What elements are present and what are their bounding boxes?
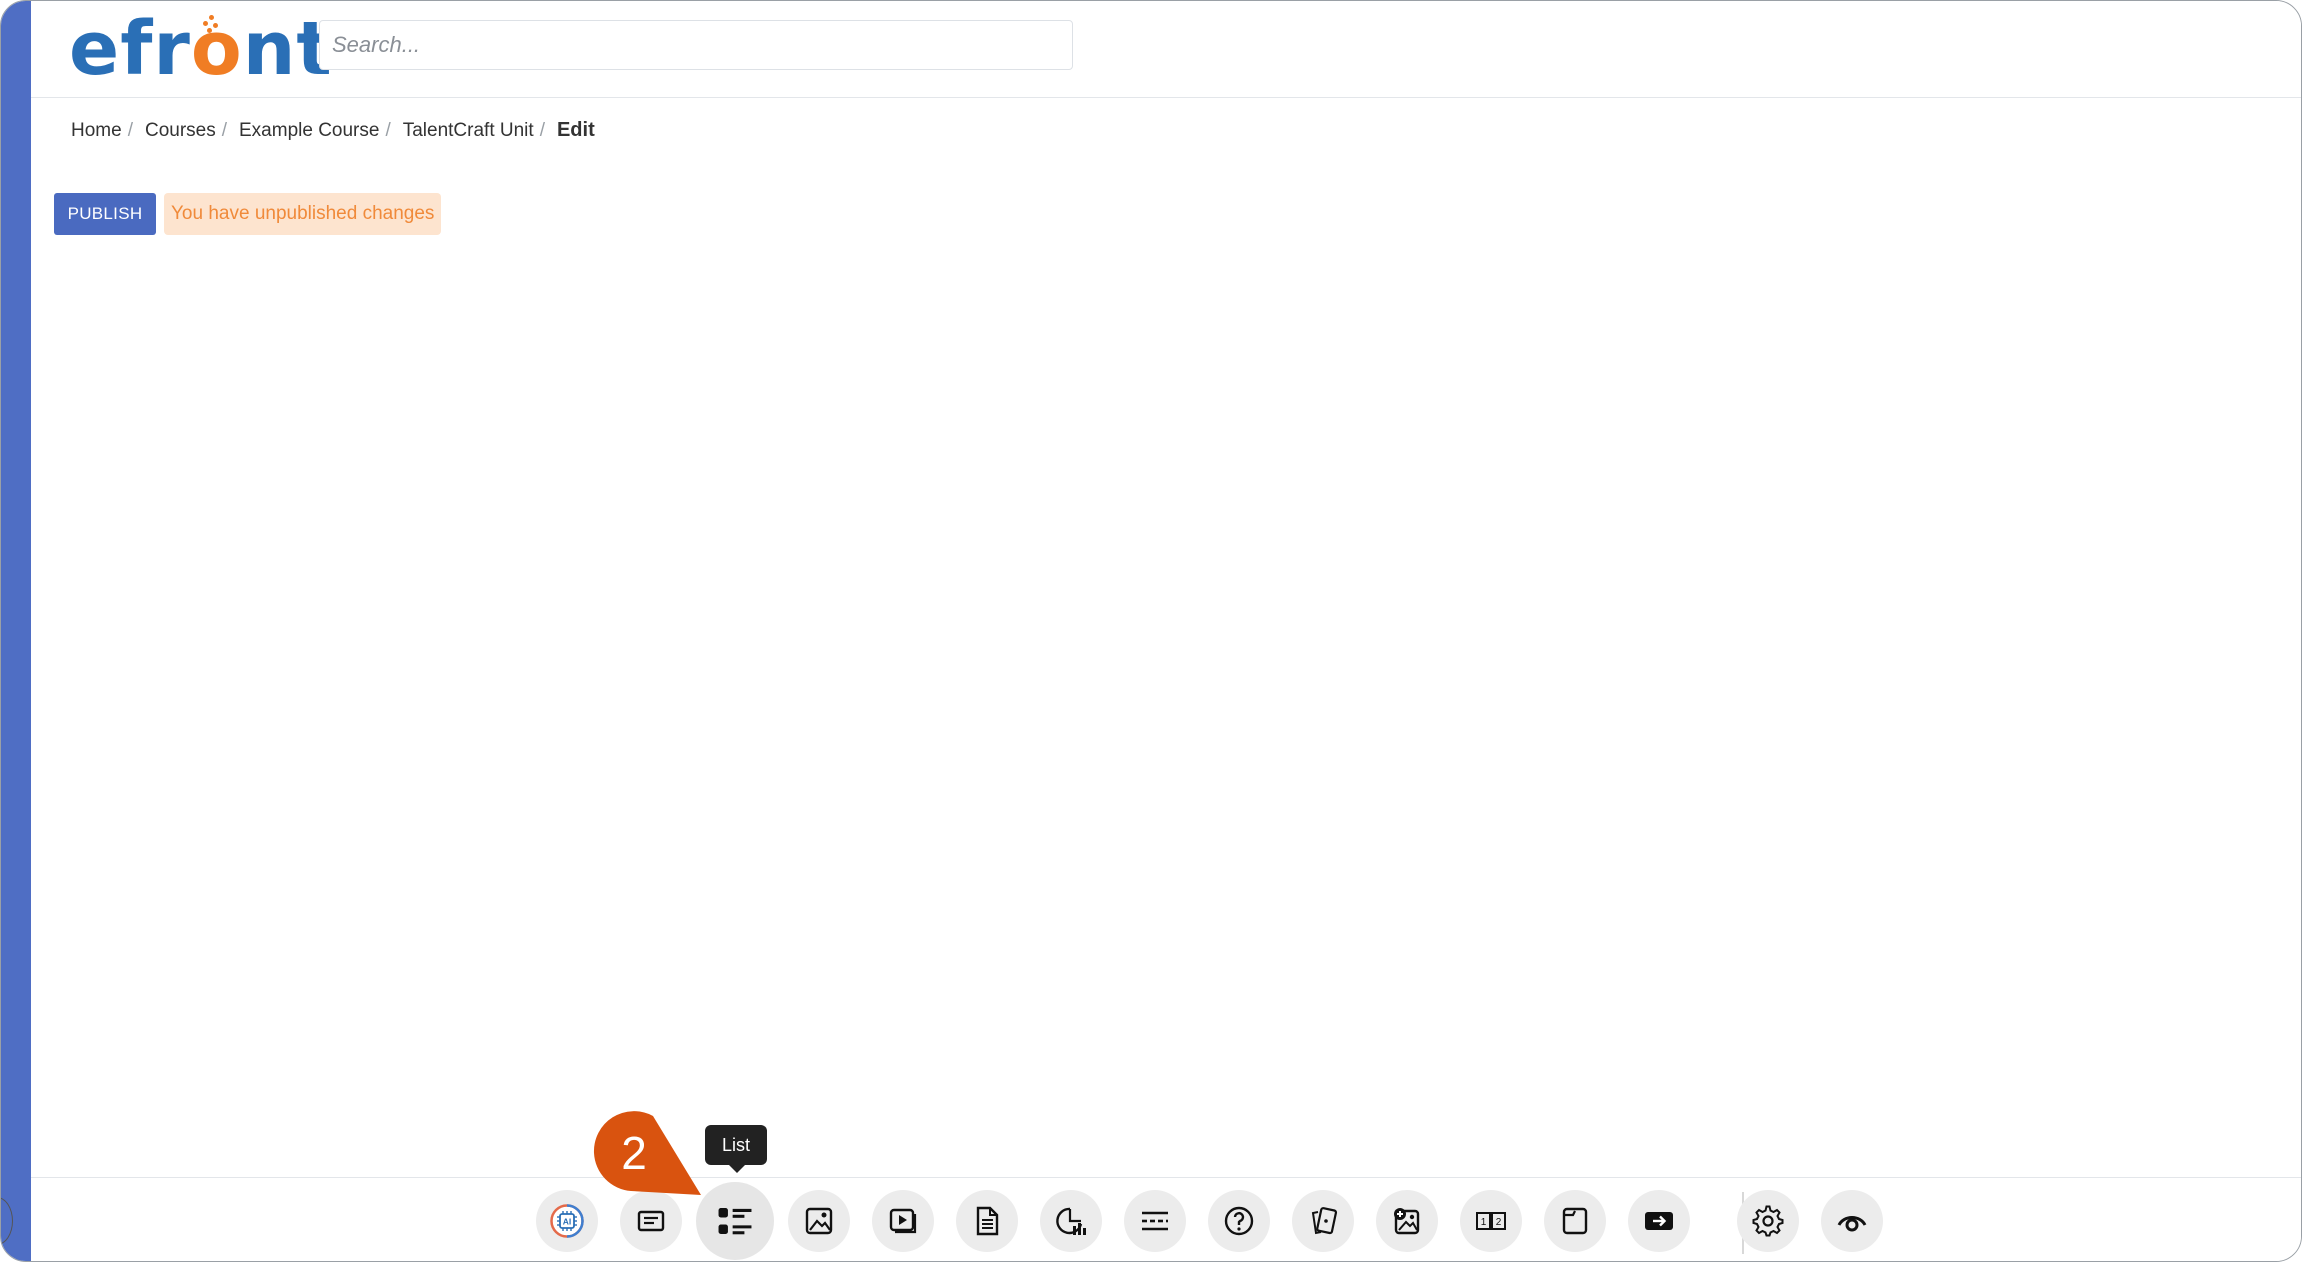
breadcrumb-courses[interactable]: Courses xyxy=(145,120,216,142)
header: efr o nt xyxy=(31,1,2301,98)
ai-button[interactable]: AI xyxy=(536,1190,598,1252)
text-icon xyxy=(637,1210,665,1232)
breadcrumb-separator: / xyxy=(127,119,133,141)
embed-icon xyxy=(1645,1212,1673,1230)
left-rail xyxy=(1,1,31,1261)
svg-text:1: 1 xyxy=(1481,1217,1487,1228)
breadcrumb-separator: / xyxy=(221,119,227,141)
video-icon xyxy=(889,1208,917,1234)
step-number: 2 xyxy=(621,1127,647,1179)
breadcrumb-current: Edit xyxy=(556,119,595,141)
gear-icon xyxy=(1752,1205,1784,1237)
steps-icon: 1 2 xyxy=(1476,1212,1506,1230)
breadcrumb-course[interactable]: Example Course xyxy=(239,120,379,142)
divider-block-button[interactable] xyxy=(1124,1190,1186,1252)
chart-block-button[interactable] xyxy=(1040,1190,1102,1252)
svg-text:2: 2 xyxy=(1496,1217,1502,1228)
breadcrumb: Home / Courses / Example Course / Talent… xyxy=(71,119,595,142)
image-icon xyxy=(805,1207,833,1235)
flashcards-icon xyxy=(1311,1207,1338,1235)
video-block-button[interactable] xyxy=(872,1190,934,1252)
image-hotspot-block-button[interactable] xyxy=(1376,1190,1438,1252)
preview-button[interactable] xyxy=(1821,1190,1883,1252)
question-block-button[interactable] xyxy=(1208,1190,1270,1252)
logo-text-start: efr xyxy=(69,6,191,92)
list-icon xyxy=(718,1208,752,1235)
divider-icon xyxy=(1142,1211,1168,1231)
steps-block-button[interactable]: 1 2 xyxy=(1460,1190,1522,1252)
efront-logo[interactable]: efr o nt xyxy=(69,6,333,92)
image-hotspot-icon xyxy=(1394,1208,1420,1235)
flashcards-block-button[interactable] xyxy=(1292,1190,1354,1252)
svg-text:AI: AI xyxy=(563,1217,572,1227)
chart-icon xyxy=(1056,1207,1086,1235)
breadcrumb-home[interactable]: Home xyxy=(71,120,122,142)
breadcrumb-separator: / xyxy=(385,119,391,141)
text-block-button[interactable] xyxy=(620,1190,682,1252)
breadcrumb-separator: / xyxy=(539,119,545,141)
settings-button[interactable] xyxy=(1737,1190,1799,1252)
image-block-button[interactable] xyxy=(788,1190,850,1252)
ai-icon: AI xyxy=(550,1204,584,1238)
search-input[interactable] xyxy=(319,20,1073,70)
embed-block-button[interactable] xyxy=(1628,1190,1690,1252)
logo-sparkle-icon xyxy=(201,15,221,35)
unpublished-changes-badge: You have unpublished changes xyxy=(164,193,442,235)
document-icon xyxy=(976,1206,999,1236)
page-block-button[interactable] xyxy=(1544,1190,1606,1252)
eye-icon xyxy=(1837,1216,1867,1232)
breadcrumb-unit[interactable]: TalentCraft Unit xyxy=(403,120,534,142)
content-toolbar: AI 1 2 xyxy=(31,1177,2301,1261)
list-tooltip: List xyxy=(705,1125,767,1173)
publish-button[interactable]: PUBLISH xyxy=(54,193,156,235)
document-block-button[interactable] xyxy=(956,1190,1018,1252)
question-icon xyxy=(1224,1206,1254,1236)
app-window: efront Home / Courses / Example Course /… xyxy=(0,0,2302,1262)
page-icon xyxy=(1562,1207,1588,1235)
